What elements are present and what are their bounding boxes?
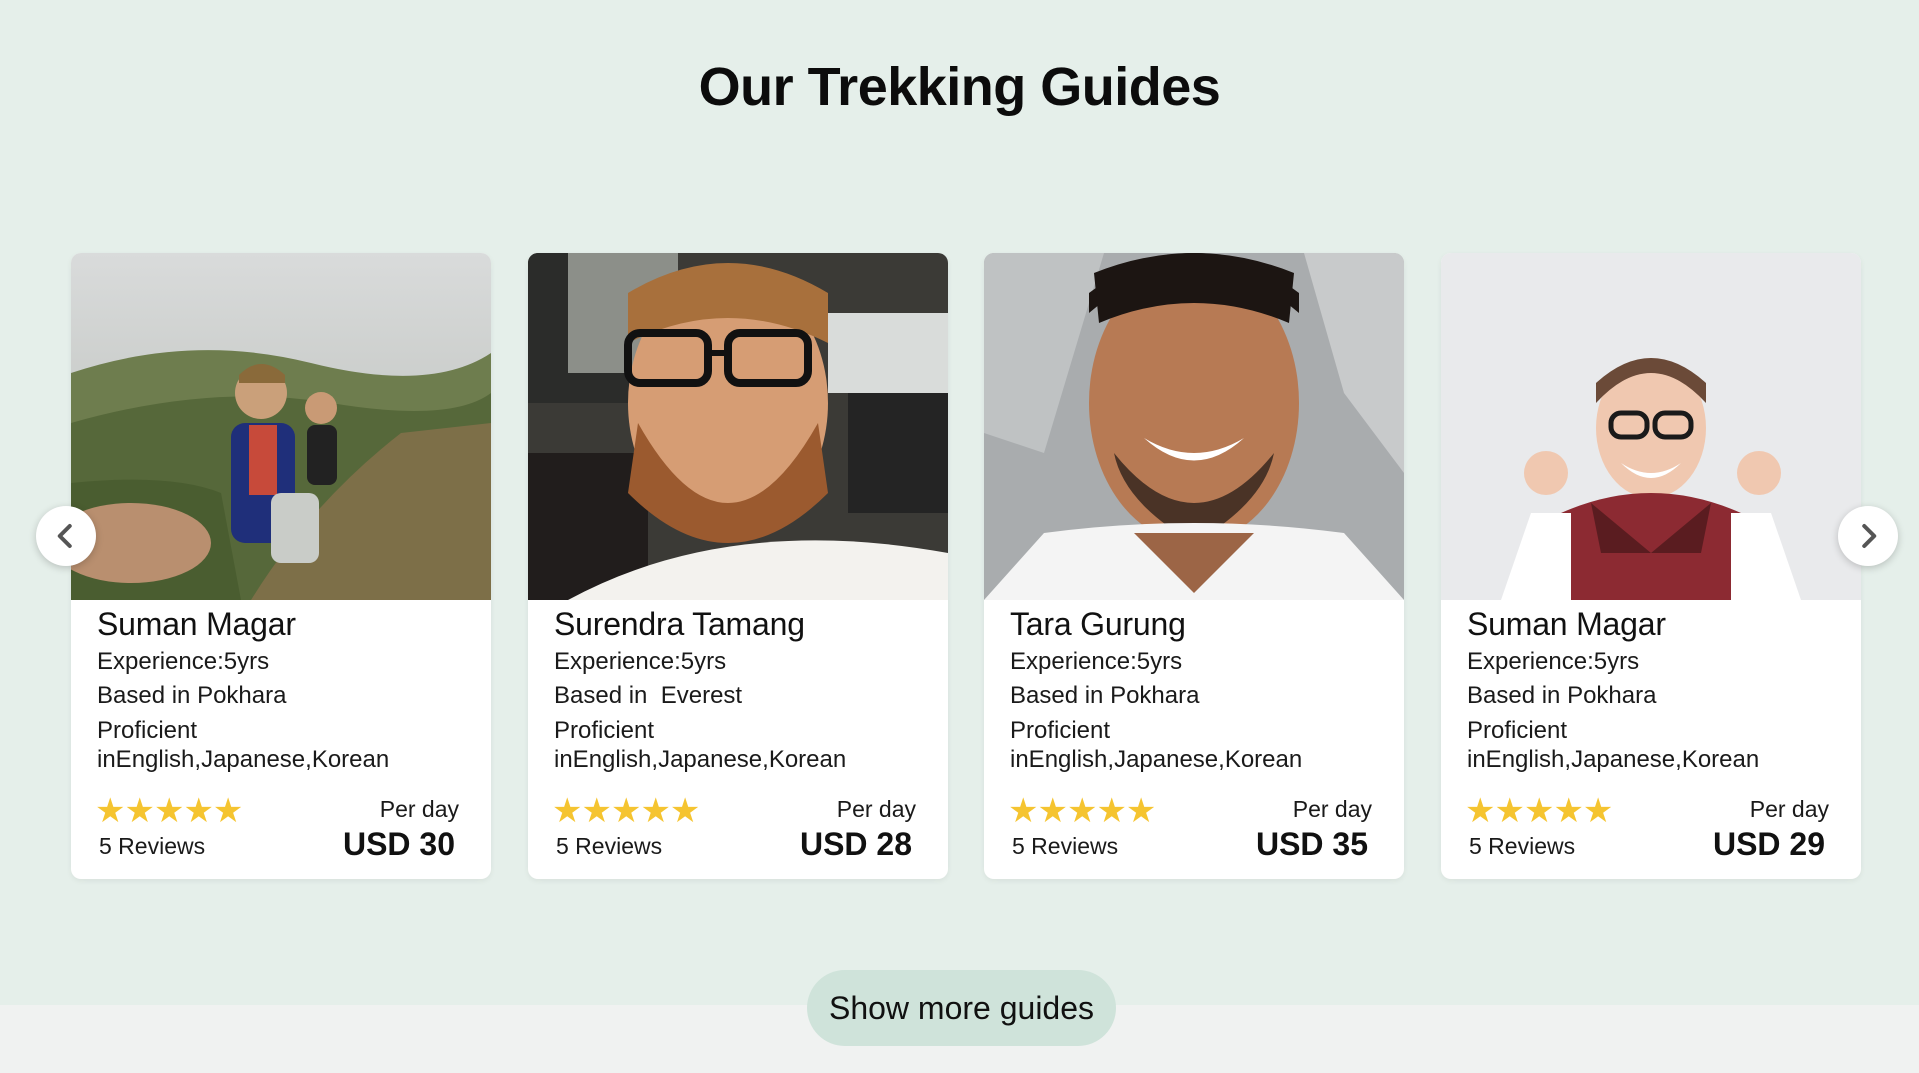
guide-name: Surendra Tamang [554,606,805,642]
star-rating: ★★★★★ [1465,792,1613,830]
guide-location: Based in Pokhara [1010,682,1200,709]
guide-name: Suman Magar [97,606,296,642]
guide-photo[interactable] [1441,253,1861,600]
guide-location: Based in Pokhara [97,682,287,709]
star-rating: ★★★★★ [1008,792,1156,830]
guide-photo[interactable] [984,253,1404,600]
show-more-guides-button[interactable]: Show more guides [807,970,1116,1046]
guide-proficient-label: Proficient [97,717,198,744]
guide-price: USD 29 [1712,826,1825,862]
guide-photo[interactable] [71,253,491,600]
reviews-link[interactable]: 5 Reviews [1012,833,1118,860]
carousel-next-button[interactable] [1838,506,1898,566]
star-rating: ★★★★★ [552,792,700,830]
per-day-label: Per day [836,796,916,822]
guide-experience: Experience:5yrs [1010,648,1183,675]
guide-card[interactable]: Suman Magar Experience:5yrs Based in Pok… [1441,253,1861,879]
star-rating: ★★★★★ [95,792,243,830]
guide-name: Tara Gurung [1010,606,1186,642]
guide-languages: inEnglish,Japanese,Korean [97,746,390,773]
guide-card[interactable]: Tara Gurung Experience:5yrs Based in Pok… [984,253,1404,879]
guide-name: Suman Magar [1467,606,1666,642]
guide-proficient-label: Proficient [554,717,655,744]
guide-card[interactable]: Surendra Tamang Experience:5yrs Based in… [528,253,948,879]
guide-proficient-label: Proficient [1467,717,1568,744]
guide-languages: inEnglish,Japanese,Korean [1010,746,1303,773]
chevron-right-icon [1862,524,1877,548]
reviews-link[interactable]: 5 Reviews [556,833,662,860]
reviews-link[interactable]: 5 Reviews [1469,833,1575,860]
guide-location: Based in Everest [554,682,743,709]
chevron-left-icon [57,524,72,548]
page-title: Our Trekking Guides [698,57,1221,117]
guide-photo[interactable] [528,253,948,600]
guide-experience: Experience:5yrs [1467,648,1640,675]
guide-experience: Experience:5yrs [554,648,727,675]
carousel-prev-button[interactable] [36,506,96,566]
guide-carousel: Suman Magar Experience:5yrs Based in Pok… [71,253,1861,879]
per-day-label: Per day [1292,796,1372,822]
guide-proficient-label: Proficient [1010,717,1111,744]
guide-price: USD 28 [799,826,912,862]
guide-card[interactable]: Suman Magar Experience:5yrs Based in Pok… [71,253,491,879]
guide-languages: inEnglish,Japanese,Korean [1467,746,1760,773]
guide-location: Based in Pokhara [1467,682,1657,709]
guide-languages: inEnglish,Japanese,Korean [554,746,847,773]
per-day-label: Per day [1749,796,1829,822]
reviews-link[interactable]: 5 Reviews [99,833,205,860]
guide-price: USD 35 [1255,826,1368,862]
guide-price: USD 30 [342,826,455,862]
guide-experience: Experience:5yrs [97,648,270,675]
per-day-label: Per day [379,796,459,822]
